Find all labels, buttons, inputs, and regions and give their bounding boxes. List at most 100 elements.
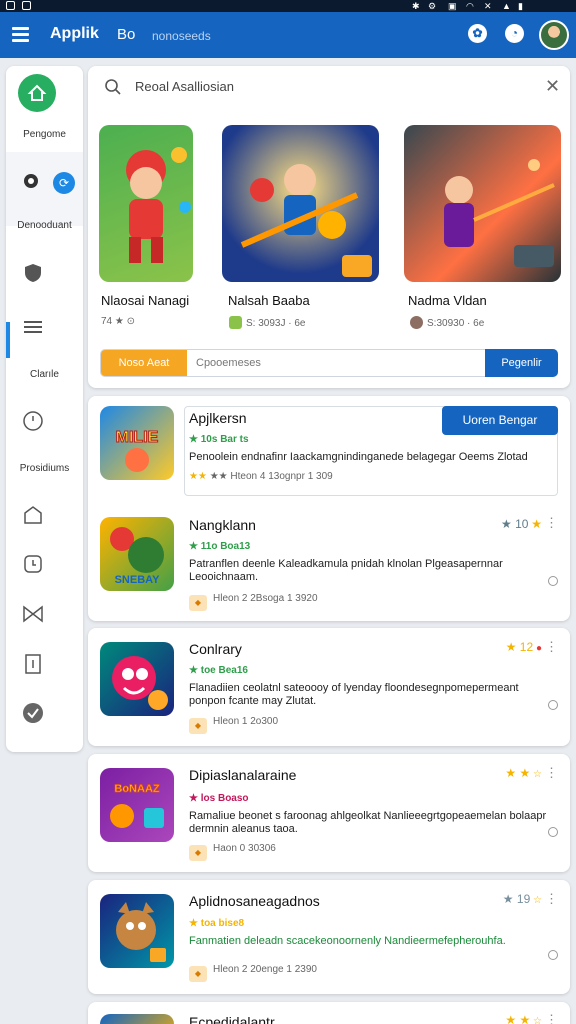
open-button[interactable]: Uoren Bengar xyxy=(442,406,558,435)
featured-meta-3: S:30930 · 6e xyxy=(410,316,484,329)
bowtie-icon[interactable] xyxy=(22,603,44,625)
list-item[interactable]: BoNAAZ Dipiaslanalaraine ★ los Boaso Ram… xyxy=(88,754,570,872)
sidebar-item-home[interactable] xyxy=(18,74,56,112)
app-description: Patranflen deenle Kaleadkamula pnidah kl… xyxy=(189,558,503,583)
app-description: Flanadiien ceolatnl sateoooy of lyenday … xyxy=(189,682,519,707)
list-item[interactable]: Aplidnosaneagadnos ★ toa bise8 Fanmatien… xyxy=(88,880,570,994)
app-meta: ★★ ★★ Hteon 4 13ognpr 1 309 xyxy=(189,471,333,482)
bluetooth-icon: ✱ xyxy=(412,1,420,11)
more-icon[interactable]: ⋮ xyxy=(545,1012,558,1024)
select-radio[interactable] xyxy=(548,700,558,710)
app-meta: ◆ Hleon 2 2Bsoga 1 3920 xyxy=(189,593,318,611)
status-bar: ✱ ⚙ ▣ ◠ ✕ ▲ ▮ xyxy=(0,0,576,12)
list-item[interactable]: Conlrary ★ toe Bea16 Flanadiien ceolatnl… xyxy=(88,628,570,746)
app-description: Penoolein endnafinr Iaackamgnindinganede… xyxy=(189,451,528,463)
home-icon xyxy=(27,84,47,101)
tag-icon: ◆ xyxy=(189,966,207,982)
filter-button[interactable]: Pegenlir xyxy=(485,349,558,377)
app-icon[interactable] xyxy=(100,642,174,716)
app-icon[interactable]: SNEBAY xyxy=(100,517,174,591)
select-radio[interactable] xyxy=(548,827,558,837)
more-icon[interactable]: ⋮ xyxy=(545,891,558,907)
battery-icon: ▮ xyxy=(518,1,523,11)
menu-icon[interactable] xyxy=(12,27,29,42)
app-icon[interactable]: BoNAAZ xyxy=(100,768,174,842)
app-meta: ◆ Haon 0 30306 xyxy=(189,843,276,861)
svg-text:SNEBAY: SNEBAY xyxy=(115,574,160,586)
app-title[interactable]: Conlrary xyxy=(189,641,242,657)
more-icon[interactable]: ⋮ xyxy=(545,515,558,531)
star-icon: ★ xyxy=(531,517,542,531)
document-icon[interactable] xyxy=(22,653,44,675)
notification-icon xyxy=(6,1,15,10)
star-outline-icon: ☆ xyxy=(533,769,542,780)
featured-meta-2: S: 3093J · 6e xyxy=(229,316,305,329)
filter-chip[interactable]: Noso Aeat xyxy=(101,350,187,376)
close-icon[interactable]: ✕ xyxy=(545,76,560,97)
notification-icon xyxy=(22,1,31,10)
app-icon[interactable] xyxy=(100,894,174,968)
sidebar: Pengome ⟳ Denooduant Clarıle Prosidiums xyxy=(6,66,83,752)
app-subtitle: nonoseeds xyxy=(152,29,211,43)
checkmark-icon[interactable] xyxy=(22,702,44,724)
list-item[interactable]: Ecpedidalantr ★ ★ ☆ ⋮ xyxy=(88,1002,570,1024)
refresh-icon[interactable]: ⟳ xyxy=(53,172,75,194)
app-icon[interactable]: MILIE xyxy=(100,406,174,480)
svg-text:MILIE: MILIE xyxy=(116,429,159,446)
featured-image-2[interactable] xyxy=(222,125,379,282)
app-subtitle: ★ toe Bea16 xyxy=(189,665,248,676)
star-icon: ★ ★ xyxy=(505,1013,531,1024)
filter-input[interactable]: Cpooemeses xyxy=(196,357,261,369)
settings-icon: ⚙ xyxy=(428,1,437,11)
sidebar-label-clarile: Clarıle xyxy=(30,369,59,380)
app-rating: ★ 12 ● xyxy=(505,640,542,654)
more-icon[interactable]: ⋮ xyxy=(545,765,558,781)
tab-bo[interactable]: Bo xyxy=(117,26,135,43)
signal-icon: ▲ xyxy=(502,1,511,11)
search-icon[interactable] xyxy=(104,78,122,96)
featured-title-3[interactable]: Nadma Vldan xyxy=(408,293,487,308)
featured-image-3[interactable] xyxy=(404,125,561,282)
star-outline-icon: ☆ xyxy=(533,1016,542,1024)
app-rating: ★ 19 ☆ xyxy=(502,892,542,906)
clock-icon[interactable] xyxy=(22,410,44,432)
app-description: Fanmatien deleadn scacekeonoornenly Nand… xyxy=(189,935,506,947)
featured-title-1[interactable]: Nlaosai Nanagi xyxy=(101,293,189,308)
app-icon[interactable] xyxy=(100,1014,174,1024)
tag-icon: ◆ xyxy=(189,595,207,611)
featured-meta-1: 74 ★ ⊙ xyxy=(101,316,136,327)
app-rating: ★ ★ ☆ xyxy=(505,766,542,780)
app-title[interactable]: Dipiaslanalaraine xyxy=(189,767,296,783)
app-description: Ramaliue beonet s faroonag ahlgeolkat Na… xyxy=(189,810,547,835)
bell-icon[interactable]: ✿ xyxy=(468,24,487,43)
app-bar: Applik Bo nonoseeds ✿ ◔ xyxy=(0,12,576,58)
heart-icon: ● xyxy=(535,643,542,654)
app-title[interactable]: Ecpedidalantr xyxy=(189,1014,275,1024)
search-input[interactable]: Reoal Asalliosian xyxy=(135,79,234,94)
featured-badge-icon xyxy=(229,316,242,329)
featured-image-1[interactable] xyxy=(99,125,193,282)
avatar[interactable] xyxy=(539,20,569,50)
more-icon[interactable]: ⋮ xyxy=(545,639,558,655)
sidebar-label-prosidiums: Prosidiums xyxy=(19,463,70,474)
select-radio[interactable] xyxy=(548,576,558,586)
app-subtitle: ★ 10s Bar ts xyxy=(189,434,249,445)
wifi-icon: ◠ xyxy=(466,1,474,11)
tag-icon: ◆ xyxy=(189,845,207,861)
featured-avatar-icon xyxy=(410,316,423,329)
app-title[interactable]: Apjlkersn xyxy=(189,410,247,426)
select-radio[interactable] xyxy=(548,950,558,960)
shield-icon[interactable] xyxy=(22,262,44,284)
gear-icon[interactable] xyxy=(20,170,42,192)
home-outline-icon[interactable] xyxy=(22,504,44,526)
timer-icon[interactable] xyxy=(22,553,44,575)
app-title[interactable]: Nangklann xyxy=(189,517,256,533)
app-title[interactable]: Aplidnosaneagadnos xyxy=(189,893,320,909)
list-item[interactable]: MILIE Apjlkersn ★ 10s Bar ts Penoolein e… xyxy=(88,396,570,621)
list-icon[interactable] xyxy=(22,316,44,338)
sidebar-label-denooduant: Denooduant xyxy=(17,220,72,231)
history-icon[interactable]: ◔ xyxy=(505,24,524,43)
app-title: Applik xyxy=(50,25,99,42)
featured-title-2[interactable]: Nalsah Baaba xyxy=(228,293,310,308)
star-icon: ★★ xyxy=(189,471,207,482)
